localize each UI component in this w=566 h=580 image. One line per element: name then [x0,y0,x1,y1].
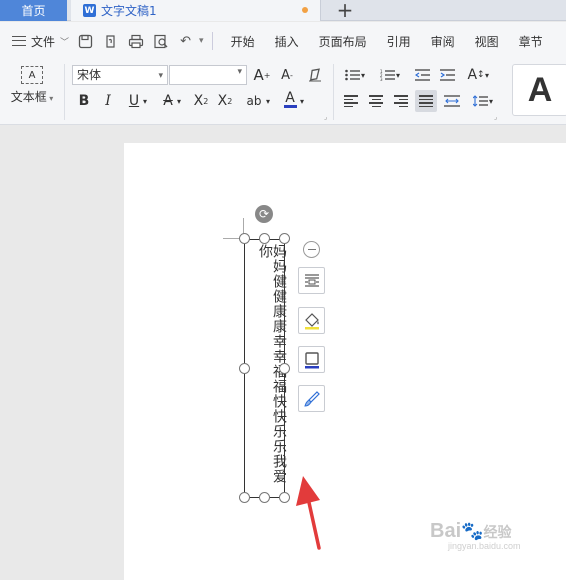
resize-handle-top-right[interactable] [279,233,290,244]
new-tab-button[interactable]: + [335,0,355,22]
justify-button[interactable] [415,90,437,112]
chevron-down-icon[interactable]: ▾ [393,65,403,85]
tab-bar: 首页 W 文字文稿1 + [0,0,566,22]
border-outline-icon [304,351,319,368]
align-center-icon[interactable] [369,95,383,107]
resize-handle-bottom-left[interactable] [239,492,250,503]
resize-handle-bottom[interactable] [259,492,270,503]
text-highlight-icon[interactable]: ab [244,91,264,111]
undo-dropdown-icon[interactable]: ▾ [199,36,204,46]
font-dialog-launcher-icon[interactable]: ⌟ [324,113,327,121]
tab-references[interactable]: 引用 [387,33,411,50]
chevron-down-icon: ▾ [158,71,163,81]
resize-handle-bottom-right[interactable] [279,492,290,503]
font-name-select[interactable]: 宋体 ▾ [72,65,168,85]
chevron-down-icon: ﹀ [60,37,70,48]
print-icon[interactable] [127,33,144,50]
chevron-down-icon[interactable]: ▾ [140,91,150,111]
justify-icon [419,95,433,107]
decrease-indent-icon[interactable] [412,65,432,85]
format-painter-button[interactable] [298,385,325,412]
watermark-suffix: 经验 [483,524,512,540]
divider [211,32,213,50]
distributed-align-icon[interactable] [442,91,462,111]
tab-start[interactable]: 开始 [231,33,255,50]
layout-options-button[interactable] [298,267,325,294]
chevron-down-icon[interactable]: ▾ [482,65,492,85]
superscript-icon[interactable]: X2 [191,91,211,111]
font-size-select[interactable]: ▾ [169,65,247,85]
tab-home[interactable]: 首页 [0,0,67,21]
shrink-font-icon[interactable]: A- [277,65,297,85]
rotate-handle-icon[interactable]: ⟳ [255,205,273,223]
grow-font-icon[interactable]: A + [252,65,272,85]
baidu-jingyan-watermark: Bai🐾经验 jingyan.baidu.com [430,520,521,551]
paw-icon: 🐾 [461,521,484,541]
tab-review[interactable]: 审阅 [431,33,455,50]
tab-insert[interactable]: 插入 [275,33,299,50]
paragraph-dialog-launcher-icon[interactable]: ⌟ [494,113,497,121]
document-page[interactable] [124,143,566,580]
file-menu-label: 文件 [31,34,56,49]
file-menu[interactable]: 文件 ﹀ [12,33,69,50]
chevron-down-icon: ▾ [237,67,242,77]
unsaved-dot-icon [302,7,308,13]
textbox-icon: A [21,66,43,84]
tab-page-layout[interactable]: 页面布局 [319,33,367,50]
fill-color-button[interactable] [298,307,325,334]
bold-icon[interactable]: B [74,91,94,111]
resize-handle-top[interactable] [259,233,270,244]
chevron-down-icon[interactable]: ▾ [174,91,184,111]
italic-icon[interactable]: I [98,91,118,111]
export-pdf-icon[interactable] [102,33,119,50]
watermark-brand: Bai [430,520,462,542]
red-arrow-annotation [296,476,321,550]
print-preview-icon[interactable] [152,33,169,50]
increase-indent-icon[interactable] [437,65,457,85]
document-tab-title: 文字文稿1 [101,4,157,18]
textbox-button[interactable]: A 文本框 ▾ [8,66,56,118]
chevron-down-icon[interactable]: ▾ [263,91,273,111]
resize-handle-left[interactable] [239,363,250,374]
undo-icon[interactable]: ↶ [177,33,194,50]
save-icon[interactable] [77,33,94,50]
outline-button[interactable] [298,346,325,373]
brush-icon [303,390,320,407]
textbox-label: 文本框 ▾ [10,90,54,104]
align-right-icon[interactable] [394,95,408,107]
subscript-icon[interactable]: X2 [215,91,235,111]
chevron-down-icon[interactable]: ▾ [486,91,496,111]
resize-handle-top-left[interactable] [239,233,250,244]
tab-document[interactable]: W 文字文稿1 [71,0,321,21]
collapse-toolbar-button[interactable] [303,241,320,258]
menu-icon [12,36,26,46]
divider [64,64,65,120]
watermark-url: jingyan.baidu.com [448,541,521,551]
paint-bucket-icon [304,312,319,329]
tab-section[interactable]: 章节 [519,33,543,50]
writer-doc-icon: W [83,4,96,17]
ribbon: A 文本框 ▾ 宋体 ▾ ▾ A + A- B I U ▾ A ▾ X2 X2 a… [0,60,566,125]
chevron-down-icon[interactable]: ▾ [358,65,368,85]
menu-bar: 文件 ﹀ ↶ ▾ 开始 插入 页面布局 引用 审阅 视图 章节 [0,22,566,60]
text-wrap-icon [304,273,319,287]
chevron-down-icon[interactable]: ▾ [297,91,307,111]
svg-text:3: 3 [380,77,383,81]
tab-view[interactable]: 视图 [475,33,499,50]
align-left-icon[interactable] [344,95,358,107]
clear-format-icon[interactable] [305,65,325,85]
resize-handle-right[interactable] [279,363,290,374]
divider [333,64,334,120]
style-preview-normal[interactable]: A [512,64,566,116]
